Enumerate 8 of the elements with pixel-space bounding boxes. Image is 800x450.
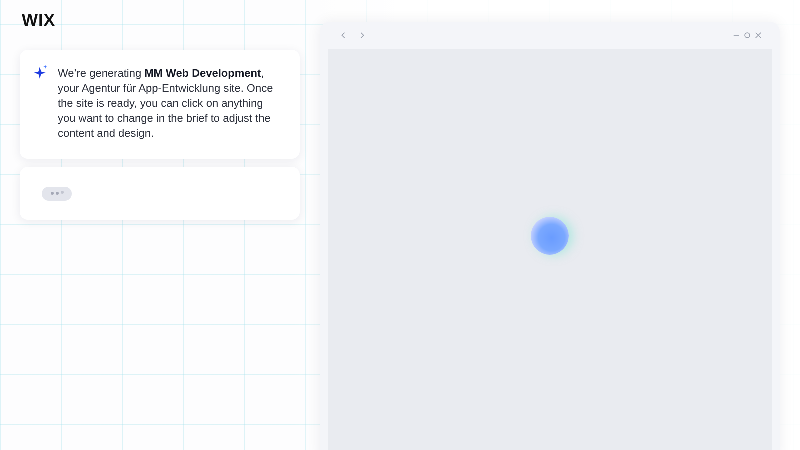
forward-icon[interactable] bbox=[359, 32, 366, 39]
minimize-icon[interactable] bbox=[733, 32, 740, 39]
maximize-icon[interactable] bbox=[744, 32, 751, 39]
logo: WIX bbox=[22, 11, 56, 31]
back-icon[interactable] bbox=[340, 32, 347, 39]
close-icon[interactable] bbox=[755, 32, 762, 39]
message-text: We’re generating MM Web Development, your Agentur für App-Entwicklung site. Once the site is ready, you can click on anything you want to change in the brief to adjust the content and design. bbox=[58, 67, 274, 142]
sparkle-icon bbox=[34, 65, 48, 79]
